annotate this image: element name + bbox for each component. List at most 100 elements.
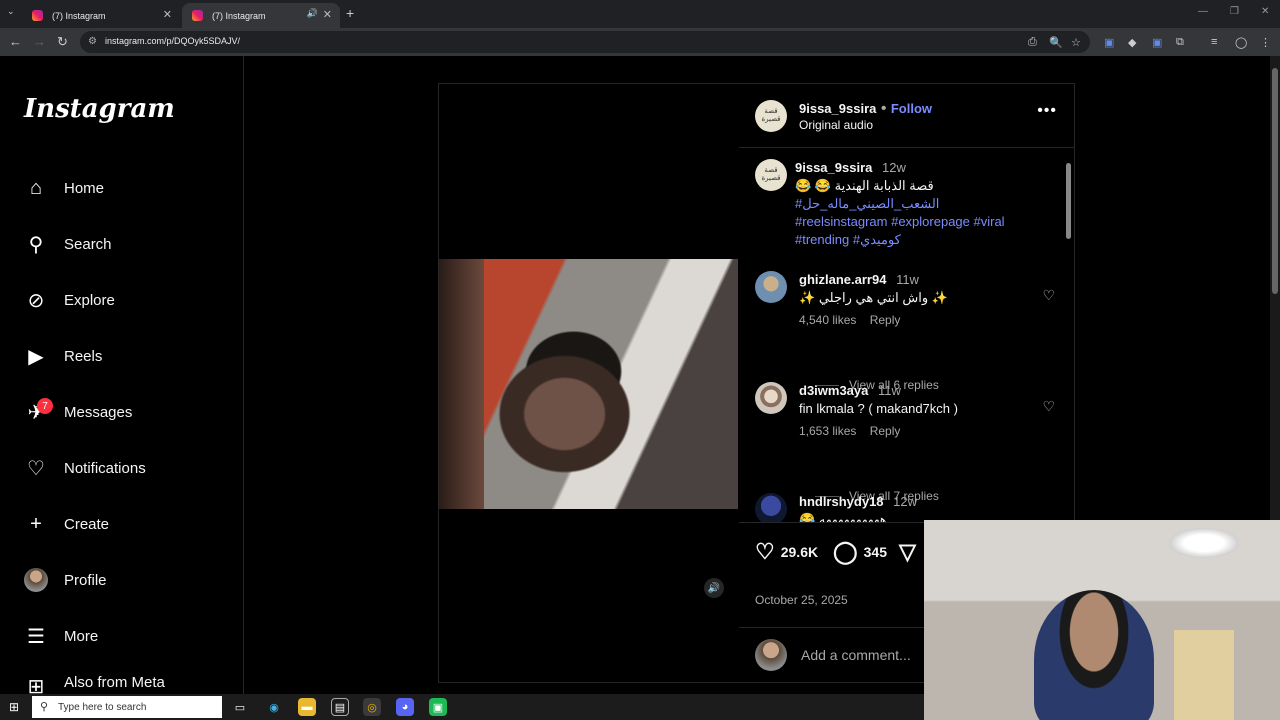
ceiling-lamp: [1169, 528, 1239, 558]
edge-icon[interactable]: ◉: [265, 698, 283, 716]
zoom-icon[interactable]: 🔍: [1049, 36, 1063, 49]
reply-button[interactable]: Reply: [870, 424, 901, 438]
chrome-icon[interactable]: ◎: [363, 698, 381, 716]
comment-text: fin lkmala ? ( makand7kch ): [799, 401, 958, 416]
instagram-logo[interactable]: Instagram: [24, 94, 175, 124]
caption-text: قصة الذبابة الهندية 😂 😂: [795, 178, 934, 193]
sidebar-item-label: Notifications: [64, 459, 146, 477]
address-bar[interactable]: ⚙ instagram.com/p/DQOyk5SDAJV/: [80, 31, 1090, 53]
extension-2-icon[interactable]: ▣: [1152, 36, 1162, 49]
audio-link[interactable]: Original audio: [799, 118, 932, 132]
like-comment-icon[interactable]: ♡: [1042, 398, 1055, 415]
discord-icon[interactable]: ◕: [396, 698, 414, 716]
search-icon: ⚲: [40, 701, 49, 713]
sidebar-item-notifications[interactable]: ♡ Notifications: [24, 450, 146, 486]
sidebar-item-search[interactable]: ⚲ Search: [24, 226, 112, 262]
comment-meta: 1,653 likes Reply: [799, 422, 1029, 440]
forward-icon[interactable]: →: [33, 34, 46, 49]
likes-count[interactable]: 29.6K: [781, 544, 818, 560]
taskbar-search-box[interactable]: ⚲ Type here to search: [32, 696, 222, 718]
comment-time: 12w: [893, 494, 918, 509]
back-icon[interactable]: ←: [9, 34, 22, 49]
comments-scrollbar[interactable]: [1065, 151, 1073, 519]
browser-tab-2[interactable]: (7) Instagram 🔊 ✕: [182, 3, 340, 28]
windows-start-icon[interactable]: ⊞: [9, 700, 19, 714]
close-tab-icon[interactable]: ✕: [163, 8, 172, 21]
add-comment-input[interactable]: Add a comment...: [801, 647, 911, 663]
sidebar-item-more[interactable]: ☰ More: [24, 618, 98, 654]
comment-body: ghizlane.arr94 11w ✨ واش انتي هي راجلي ✨…: [799, 271, 1029, 329]
kebab-menu-icon[interactable]: ⋮: [1260, 36, 1271, 49]
page-scrollbar-thumb[interactable]: [1272, 68, 1278, 294]
commenter-avatar[interactable]: [755, 382, 787, 414]
comments-count: 345: [863, 544, 887, 560]
puzzle-icon[interactable]: ⧉: [1176, 36, 1184, 49]
tab-search-chevron-icon[interactable]: ⌄: [7, 6, 15, 17]
comment-likes[interactable]: 1,653 likes: [799, 424, 856, 438]
sidebar-item-label: Profile: [64, 571, 107, 589]
comment-body: d3iwm3aya 11w fin lkmala ? ( makand7kch …: [799, 382, 1029, 440]
comment-icon: ◯: [833, 539, 858, 564]
bookmark-star-icon[interactable]: ☆: [1071, 36, 1081, 49]
maximize-icon[interactable]: ❐: [1230, 6, 1239, 17]
caption-hashtags-2[interactable]: #reelsinstagram #explorepage #viral: [795, 213, 1035, 231]
recorder-app-icon[interactable]: ▣: [429, 698, 447, 716]
comment-item: hndlrshydy18 12w 😂 ههههههههههه: [755, 493, 1055, 522]
audio-toggle-icon[interactable]: 🔊: [704, 578, 724, 598]
reload-icon[interactable]: ↻: [57, 34, 68, 50]
file-explorer-icon[interactable]: ▬: [298, 698, 316, 716]
sidebar-item-explore[interactable]: ⊘ Explore: [24, 282, 115, 318]
video-frame[interactable]: [439, 259, 738, 509]
like-comment-icon[interactable]: ♡: [1042, 287, 1055, 304]
browser-toolbar: ← → ↻ ⚙ instagram.com/p/DQOyk5SDAJV/ ⎙ 🔍…: [0, 28, 1280, 56]
like-button[interactable]: ♡ 29.6K: [755, 539, 818, 565]
comment-likes[interactable]: 4,540 likes: [799, 313, 856, 327]
reply-button[interactable]: Reply: [870, 313, 901, 327]
caption-time: 12w: [881, 160, 906, 175]
translate-extension-icon[interactable]: ▣: [1104, 36, 1114, 49]
profile-icon[interactable]: ◯: [1235, 36, 1247, 49]
comments-list[interactable]: قصة قصيرة 9issa_9ssira 12w قصة الذبابة ا…: [739, 149, 1075, 522]
sidebar-item-messages[interactable]: ✈ 7 Messages: [24, 394, 132, 430]
cast-icon[interactable]: ⎙: [1028, 36, 1037, 49]
caption-avatar[interactable]: قصة قصيرة: [755, 159, 787, 191]
media-controls-icon[interactable]: ≡: [1211, 36, 1217, 48]
extension-icon[interactable]: ◆: [1128, 36, 1136, 49]
more-options-icon[interactable]: •••: [1037, 102, 1057, 120]
post-header-text: 9issa_9ssira • Follow Original audio: [799, 100, 932, 132]
comment-button[interactable]: ◯ 345: [833, 539, 887, 565]
reel-video-player[interactable]: 🔊: [439, 84, 738, 682]
current-user-avatar: [755, 639, 787, 671]
browser-tab-1[interactable]: (7) Instagram ✕: [22, 3, 180, 28]
sidebar-item-reels[interactable]: ▶ Reels: [24, 338, 102, 374]
commenter-avatar[interactable]: [755, 493, 787, 522]
comment-username[interactable]: hndlrshydy18: [799, 494, 884, 509]
store-icon[interactable]: ▤: [331, 698, 349, 716]
caption-hashtags-1[interactable]: #الشعب_الصيني_ماله_حل: [795, 195, 1035, 213]
tab-audio-icon[interactable]: 🔊: [307, 8, 318, 19]
comment-username[interactable]: d3iwm3aya: [799, 383, 868, 398]
close-tab-icon[interactable]: ✕: [323, 8, 332, 21]
share-button[interactable]: ▽: [899, 539, 922, 565]
follow-button[interactable]: Follow: [891, 101, 932, 116]
instagram-favicon-icon: [32, 10, 43, 21]
author-avatar[interactable]: قصة قصيرة: [755, 100, 787, 132]
site-info-icon[interactable]: ⚙: [88, 36, 97, 47]
sidebar-item-home[interactable]: ⌂ Home: [24, 170, 104, 206]
author-username[interactable]: 9issa_9ssira: [799, 101, 876, 116]
sidebar-item-also-from-meta[interactable]: ⊞ Also from Meta: [24, 674, 165, 694]
instagram-favicon-icon: [192, 10, 203, 21]
minimize-icon[interactable]: —: [1198, 6, 1208, 17]
task-view-icon[interactable]: ▭: [231, 698, 249, 716]
caption-hashtags-3[interactable]: #trending #كوميدي: [795, 231, 1035, 249]
comments-scrollbar-thumb[interactable]: [1066, 163, 1071, 239]
close-window-icon[interactable]: ✕: [1261, 6, 1269, 17]
sidebar-item-profile[interactable]: Profile: [24, 562, 107, 598]
sidebar-item-label: Create: [64, 515, 110, 533]
commenter-avatar[interactable]: [755, 271, 787, 303]
caption-username[interactable]: 9issa_9ssira: [795, 160, 872, 175]
sidebar-item-create[interactable]: + Create: [24, 506, 109, 542]
webcam-person: [1034, 590, 1154, 720]
new-tab-button[interactable]: +: [346, 5, 354, 21]
comment-username[interactable]: ghizlane.arr94: [799, 272, 886, 287]
